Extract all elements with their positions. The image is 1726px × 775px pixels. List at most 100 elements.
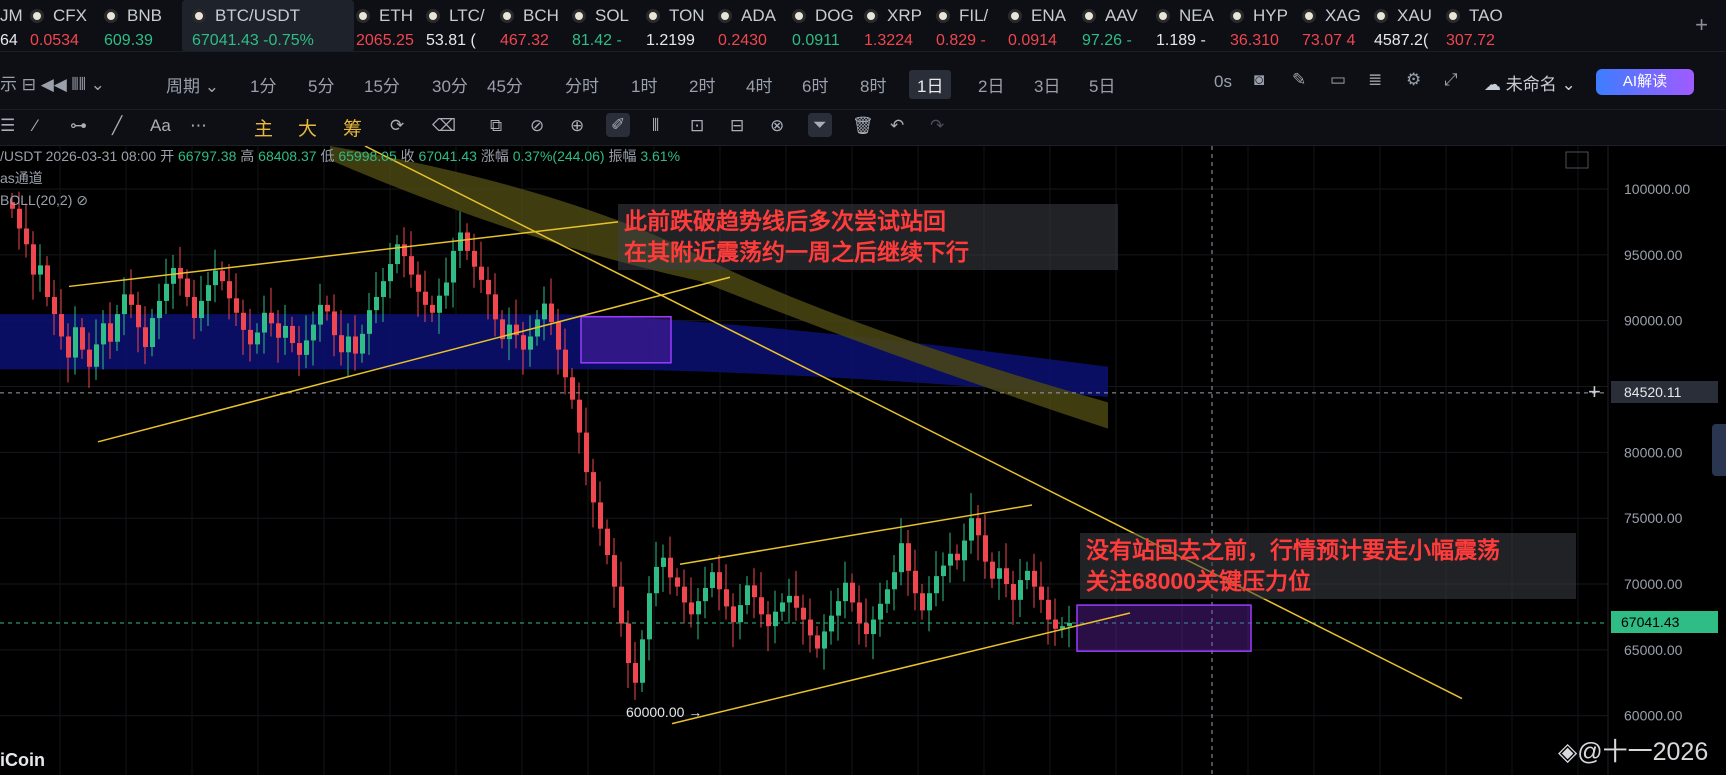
ticker-price: 0.2430 — [718, 32, 767, 49]
interval-7[interactable]: 2时 — [689, 72, 715, 97]
trendline-icon[interactable]: ╱ — [112, 116, 122, 136]
ticker-item[interactable]: BTC/USDT 67041.43 -0.75% — [182, 0, 354, 51]
draw-mode-icon[interactable]: ✐ — [606, 113, 631, 137]
price-tick-label: 75000.00 — [1624, 510, 1683, 526]
crosshair-plus-icon[interactable]: + — [1588, 379, 1601, 405]
zoom-icon[interactable]: ⊕ — [570, 116, 584, 136]
add-ticker-icon[interactable]: + — [1695, 12, 1708, 38]
indicator-boll-label[interactable]: BOLL(20,2) ⊘ — [0, 192, 88, 209]
ticker-item[interactable]: ENA 0.0914 — [1008, 0, 1066, 51]
interval-8[interactable]: 4时 — [746, 72, 772, 97]
edit-icon[interactable]: ⊟ — [730, 116, 744, 136]
ticker-item[interactable]: ETH 2065.25 — [356, 0, 414, 51]
brush-icon[interactable]: ⁄ — [34, 116, 37, 136]
ai-interpret-button[interactable]: AI解读 — [1596, 69, 1694, 95]
large-order-button[interactable]: 大 — [298, 114, 317, 141]
chip-button[interactable]: 筹 — [343, 114, 362, 141]
lock-icon[interactable]: ⊡ — [690, 116, 704, 136]
copy-icon[interactable]: ⧉ — [490, 116, 502, 136]
tag-icon[interactable]: ⊘ — [530, 116, 544, 136]
interval-1[interactable]: 5分 — [308, 72, 334, 97]
ticker-symbol: DOG — [815, 6, 854, 25]
interval-12[interactable]: 2日 — [978, 72, 1004, 97]
current-price-tag: 67041.43 — [1611, 611, 1718, 633]
interval-5[interactable]: 分时 — [565, 72, 599, 97]
layout-account[interactable]: ☁ 未命名 ⌄ — [1484, 70, 1576, 95]
eye-off-icon[interactable]: ⊘ — [76, 192, 88, 208]
ticker-item[interactable]: LTC/53.81 ( — [426, 0, 485, 51]
toolbar-icons-left[interactable]: 示 ⊟ ◀◀ ⫴⫴ ⌄ — [0, 70, 105, 95]
candle-body — [108, 323, 113, 342]
camera-icon[interactable]: ◙ — [1254, 70, 1264, 90]
interval-0[interactable]: 1分 — [250, 72, 276, 97]
candle-body — [129, 294, 134, 305]
price-tick-label: 90000.00 — [1624, 313, 1683, 329]
ticker-item[interactable]: HYP 36.310 — [1230, 0, 1288, 51]
fullscreen-icon[interactable]: ⤢ — [1444, 70, 1458, 90]
ticker-item[interactable]: XRP 1.3224 — [864, 0, 922, 51]
period-dropdown[interactable]: 周期 ⌄ — [166, 72, 219, 97]
annotation-outlook[interactable]: 没有站回去之前，行情预计要走小幅震荡 关注68000关键压力位 — [1080, 533, 1576, 599]
list-icon[interactable]: ≣ — [1368, 70, 1382, 90]
main-indicator-button[interactable]: 主 — [254, 114, 273, 141]
indicator-channel-label[interactable]: as通道 — [0, 168, 43, 188]
ticker-item[interactable]: BCH 467.32 — [500, 0, 559, 51]
ticker-item[interactable]: NEA 1.189 - — [1156, 0, 1214, 51]
ticker-symbol: XRP — [887, 6, 922, 25]
ticker-item[interactable]: DOG 0.0911 — [792, 0, 854, 51]
ticker-item[interactable]: AAV 97.26 - — [1082, 0, 1138, 51]
candle-body — [633, 663, 638, 683]
candle-body — [332, 311, 337, 336]
trash-icon[interactable]: 🗑 — [852, 116, 874, 136]
info-close: 67041.43 — [418, 148, 477, 164]
ticker-item[interactable]: CFX 0.0534 — [30, 0, 87, 51]
annotation-outlook-line2: 关注68000关键压力位 — [1086, 568, 1311, 594]
ticker-price: 0.0534 — [30, 32, 79, 49]
gear-icon[interactable]: ⚙ — [1406, 70, 1421, 90]
ruler-icon[interactable]: ⊶ — [70, 116, 87, 136]
interval-4[interactable]: 45分 — [487, 72, 523, 97]
measure-icon[interactable]: ⫴ — [652, 116, 659, 136]
ticker-item[interactable]: BNB 609.39 — [104, 0, 162, 51]
candle-body — [913, 570, 918, 594]
magnet-icon[interactable]: ⊗ — [770, 116, 784, 136]
ticker-symbol: ADA — [741, 6, 776, 25]
side-panel-handle[interactable] — [1712, 424, 1726, 476]
ticker-item[interactable]: XAG 73.07 4 — [1302, 0, 1361, 51]
annotation-breakdown[interactable]: 此前跌破趋势线后多次尝试站回 在其附近震荡约一周之后继续下行 — [618, 204, 1118, 270]
text-tool-icon[interactable]: Aa — [150, 116, 171, 136]
interval-9[interactable]: 6时 — [802, 72, 828, 97]
candle-body — [549, 303, 554, 322]
undo-icon[interactable]: ↶ — [890, 116, 904, 136]
interval-3[interactable]: 30分 — [432, 72, 468, 97]
ticker-item[interactable]: FIL/0.829 - — [936, 0, 988, 51]
candle-body — [885, 589, 890, 604]
interval-6[interactable]: 1时 — [631, 72, 657, 97]
zero-seconds-button[interactable]: 0s — [1214, 72, 1232, 92]
redo-icon[interactable]: ↷ — [930, 116, 944, 136]
candle-body — [227, 281, 232, 299]
interval-14[interactable]: 5日 — [1089, 72, 1115, 97]
candle-body — [773, 611, 778, 627]
ticker-price: 73.07 4 — [1302, 32, 1356, 49]
interval-11[interactable]: 1日 — [909, 70, 952, 99]
ticker-item[interactable]: ADA 0.2430 — [718, 0, 776, 51]
interval-2[interactable]: 15分 — [364, 72, 400, 97]
eraser-icon[interactable]: ⌫ — [432, 116, 456, 136]
sync-icon[interactable]: ⟳ — [390, 116, 404, 136]
candle-body — [213, 270, 218, 286]
menu-icon[interactable]: ☰ — [0, 116, 15, 136]
ticker-item[interactable]: XAU 4587.2( — [1374, 0, 1432, 51]
ticker-item[interactable]: JM 64 — [0, 0, 23, 51]
pencil-icon[interactable]: ✎ — [1292, 70, 1306, 90]
ticker-item[interactable]: TAO 307.72 — [1446, 0, 1503, 51]
interval-10[interactable]: 8时 — [860, 72, 886, 97]
comment-icon[interactable]: ▭ — [1330, 70, 1346, 90]
ticker-item[interactable]: SOL 81.42 - — [572, 0, 629, 51]
candle-body — [192, 296, 197, 319]
ticker-price: 67041.43 -0.75% — [192, 32, 314, 49]
interval-13[interactable]: 3日 — [1034, 72, 1060, 97]
filter-icon[interactable]: ⏷ — [808, 113, 832, 137]
ticker-item[interactable]: TON 1.2199 — [646, 0, 705, 51]
more-icon[interactable]: ⋯ — [190, 116, 207, 136]
